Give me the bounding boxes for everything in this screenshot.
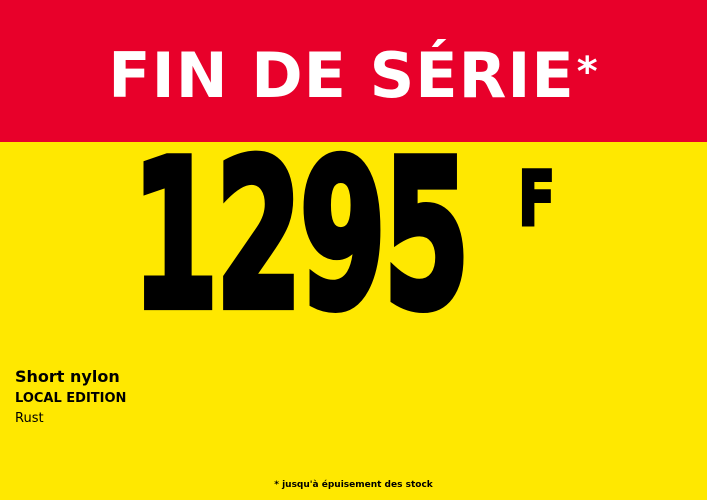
product-edition: LOCAL EDITION	[15, 391, 127, 406]
banner-title-text: FIN DE SÉRIE	[108, 39, 575, 112]
price-currency: F	[517, 154, 557, 243]
price-amount: 1295	[130, 117, 473, 356]
stock-footnote: * jusqu'à épuisement des stock	[274, 480, 433, 490]
product-color: Rust	[15, 411, 44, 426]
banner-asterisk: *	[576, 49, 599, 95]
banner-title: FIN DE SÉRIE*	[0, 36, 707, 116]
product-details: Short nylon LOCAL EDITION Rust	[15, 367, 415, 429]
product-name: Short nylon	[15, 367, 120, 386]
price-display: 1295 F	[0, 117, 707, 356]
